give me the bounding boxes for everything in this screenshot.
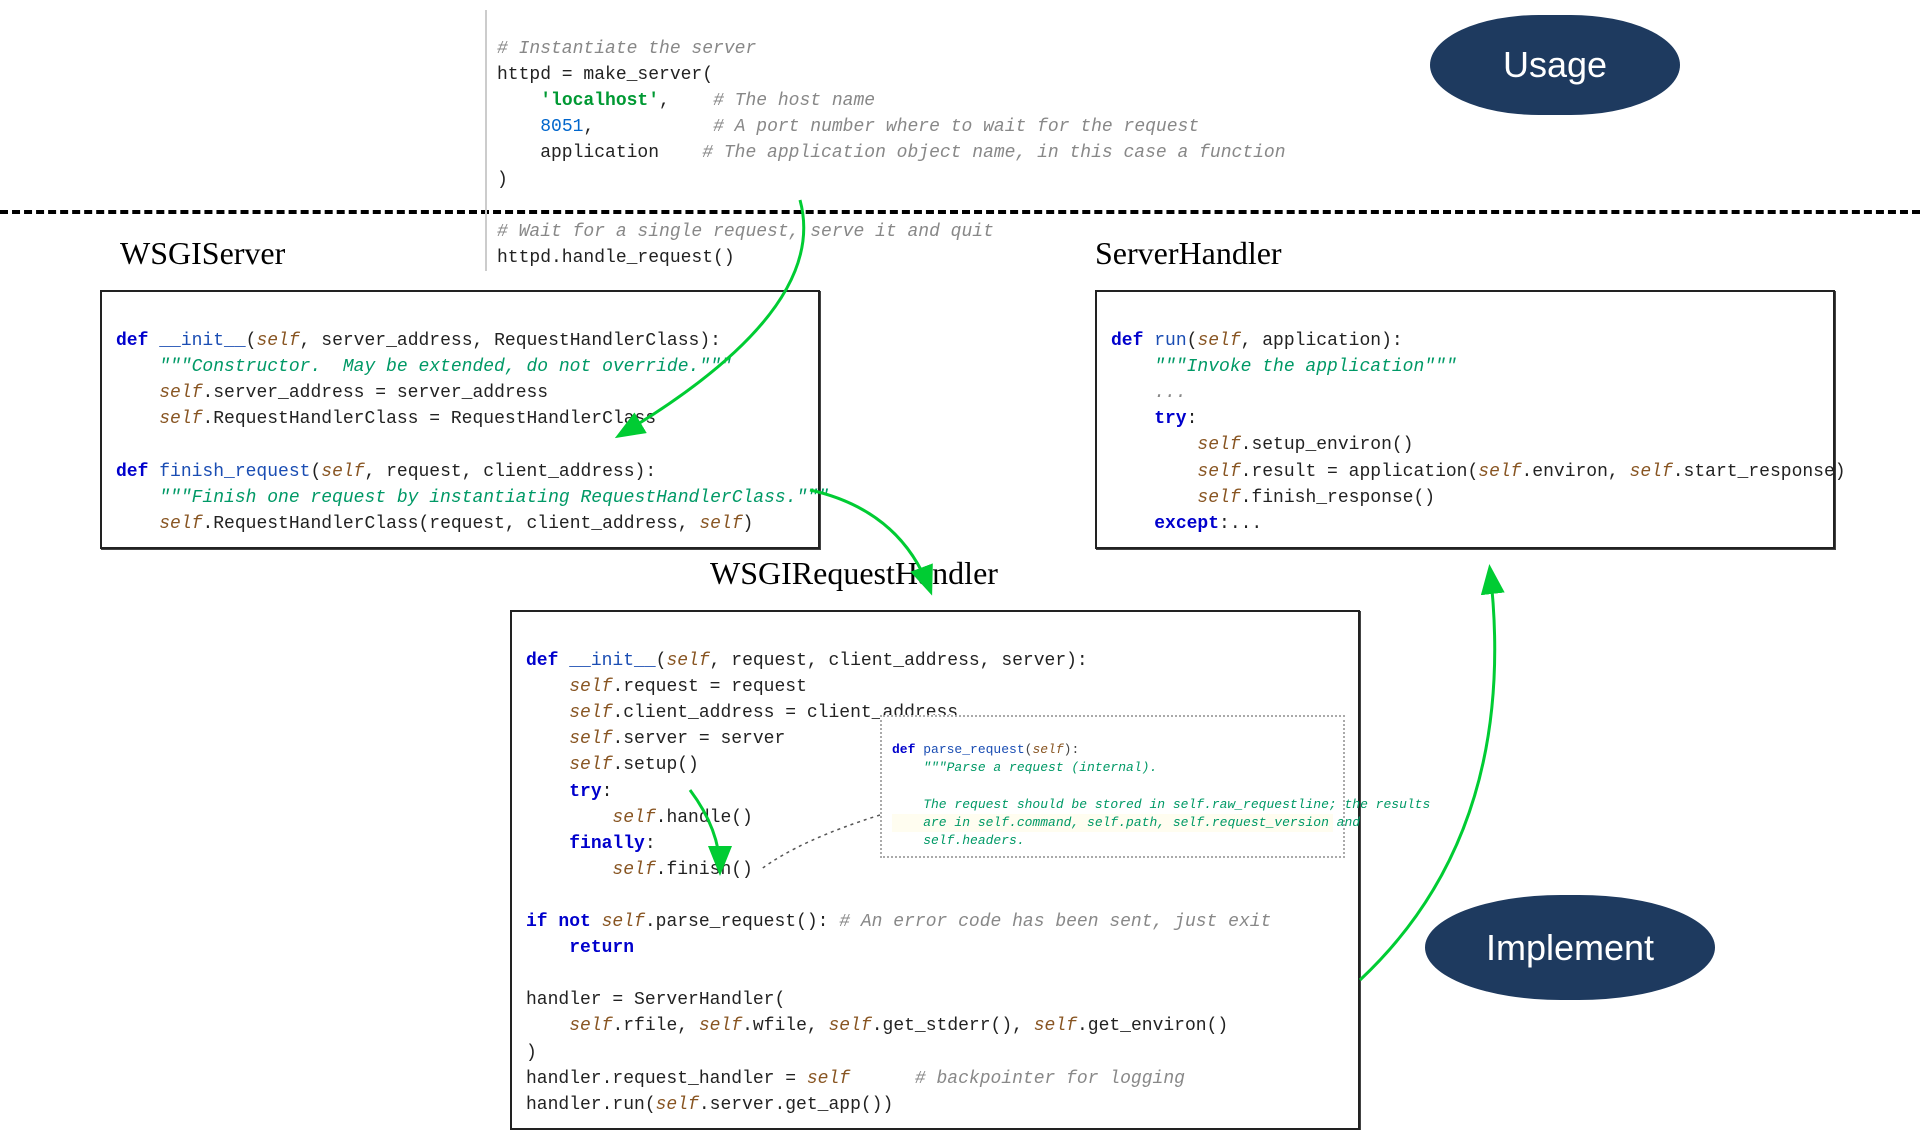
wsgirequesthandler-label: WSGIRequestHandler [710,555,998,592]
wsgiserver-code-box: def __init__(self, server_address, Reque… [100,290,820,549]
usage-badge: Usage [1430,15,1680,115]
wsgiserver-label: WSGIServer [120,235,285,272]
parse-request-detail-box: def parse_request(self): """Parse a requ… [880,715,1345,858]
wsgirequesthandler-code-box: def __init__(self, request, client_addre… [510,610,1360,1130]
implement-badge: Implement [1425,895,1715,1000]
implement-badge-text: Implement [1486,927,1654,969]
usage-code-block: # Instantiate the server httpd = make_se… [485,10,1286,271]
usage-badge-text: Usage [1503,44,1607,86]
serverhandler-code-box: def run(self, application): """Invoke th… [1095,290,1835,549]
